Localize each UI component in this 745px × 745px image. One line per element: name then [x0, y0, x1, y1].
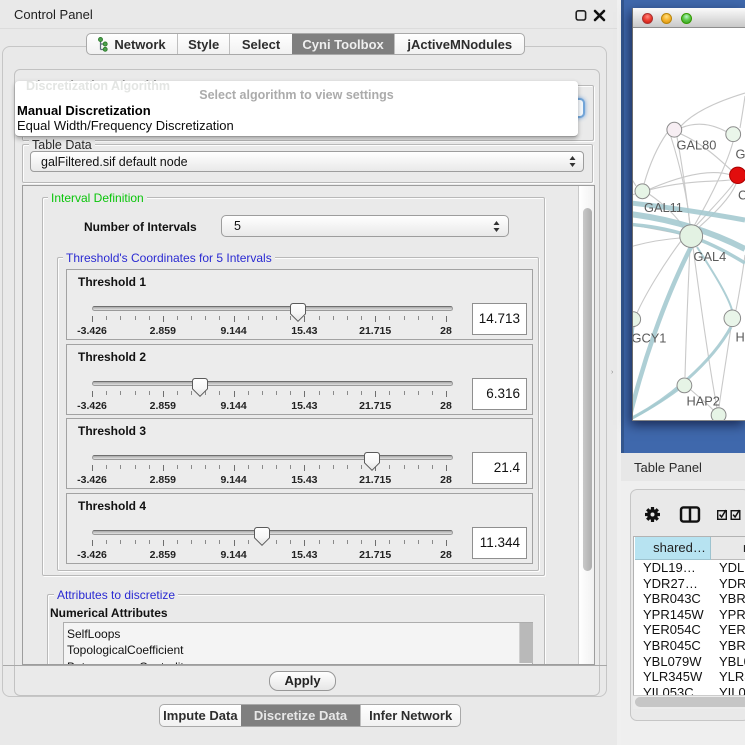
svg-text:GCY1: GCY1 — [633, 331, 666, 346]
svg-text:GAL11: GAL11 — [644, 200, 683, 215]
svg-text:GAL80: GAL80 — [677, 138, 717, 153]
svg-text:GAL4: GAL4 — [694, 249, 727, 264]
svg-text:G.: G. — [736, 147, 745, 162]
svg-text:HAP2: HAP2 — [687, 394, 720, 409]
svg-text:C: C — [738, 188, 745, 203]
svg-text:H: H — [736, 330, 745, 345]
